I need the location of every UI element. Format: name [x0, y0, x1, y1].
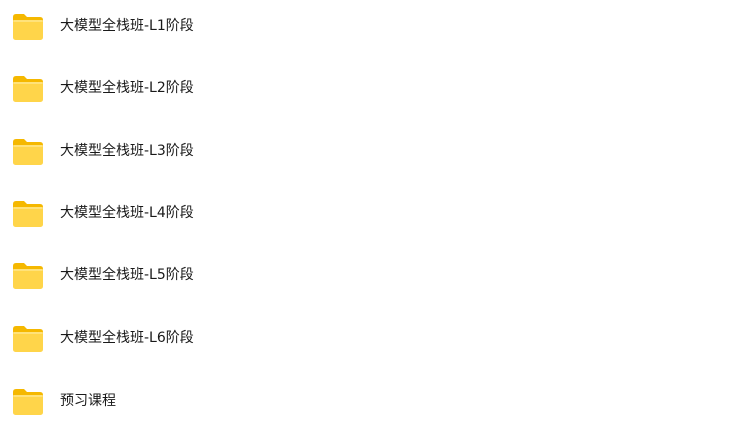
folder-name: 大模型全栈班-L6阶段 [60, 330, 194, 346]
folder-name: 大模型全栈班-L5阶段 [60, 267, 194, 283]
folder-icon [13, 201, 43, 227]
folder-icon [13, 76, 43, 102]
folder-name: 大模型全栈班-L2阶段 [60, 80, 194, 96]
folder-name: 预习课程 [60, 393, 116, 409]
folder-item[interactable]: 大模型全栈班-L5阶段 [0, 251, 756, 299]
folder-item[interactable]: 预习课程 [0, 377, 756, 425]
folder-item[interactable]: 大模型全栈班-L3阶段 [0, 127, 756, 175]
folder-name: 大模型全栈班-L3阶段 [60, 143, 194, 159]
folder-item[interactable]: 大模型全栈班-L2阶段 [0, 64, 756, 112]
folder-name: 大模型全栈班-L1阶段 [60, 18, 194, 34]
folder-icon [13, 14, 43, 40]
folder-name: 大模型全栈班-L4阶段 [60, 205, 194, 221]
folder-icon [13, 389, 43, 415]
folder-item[interactable]: 大模型全栈班-L6阶段 [0, 314, 756, 362]
folder-icon [13, 326, 43, 352]
folder-item[interactable]: 大模型全栈班-L4阶段 [0, 189, 756, 237]
file-list: 大模型全栈班-L1阶段 大模型全栈班-L2阶段 大模型全栈班-L3阶段 大模型全… [0, 0, 756, 440]
folder-icon [13, 139, 43, 165]
folder-icon [13, 263, 43, 289]
folder-item[interactable]: 大模型全栈班-L1阶段 [0, 2, 756, 50]
